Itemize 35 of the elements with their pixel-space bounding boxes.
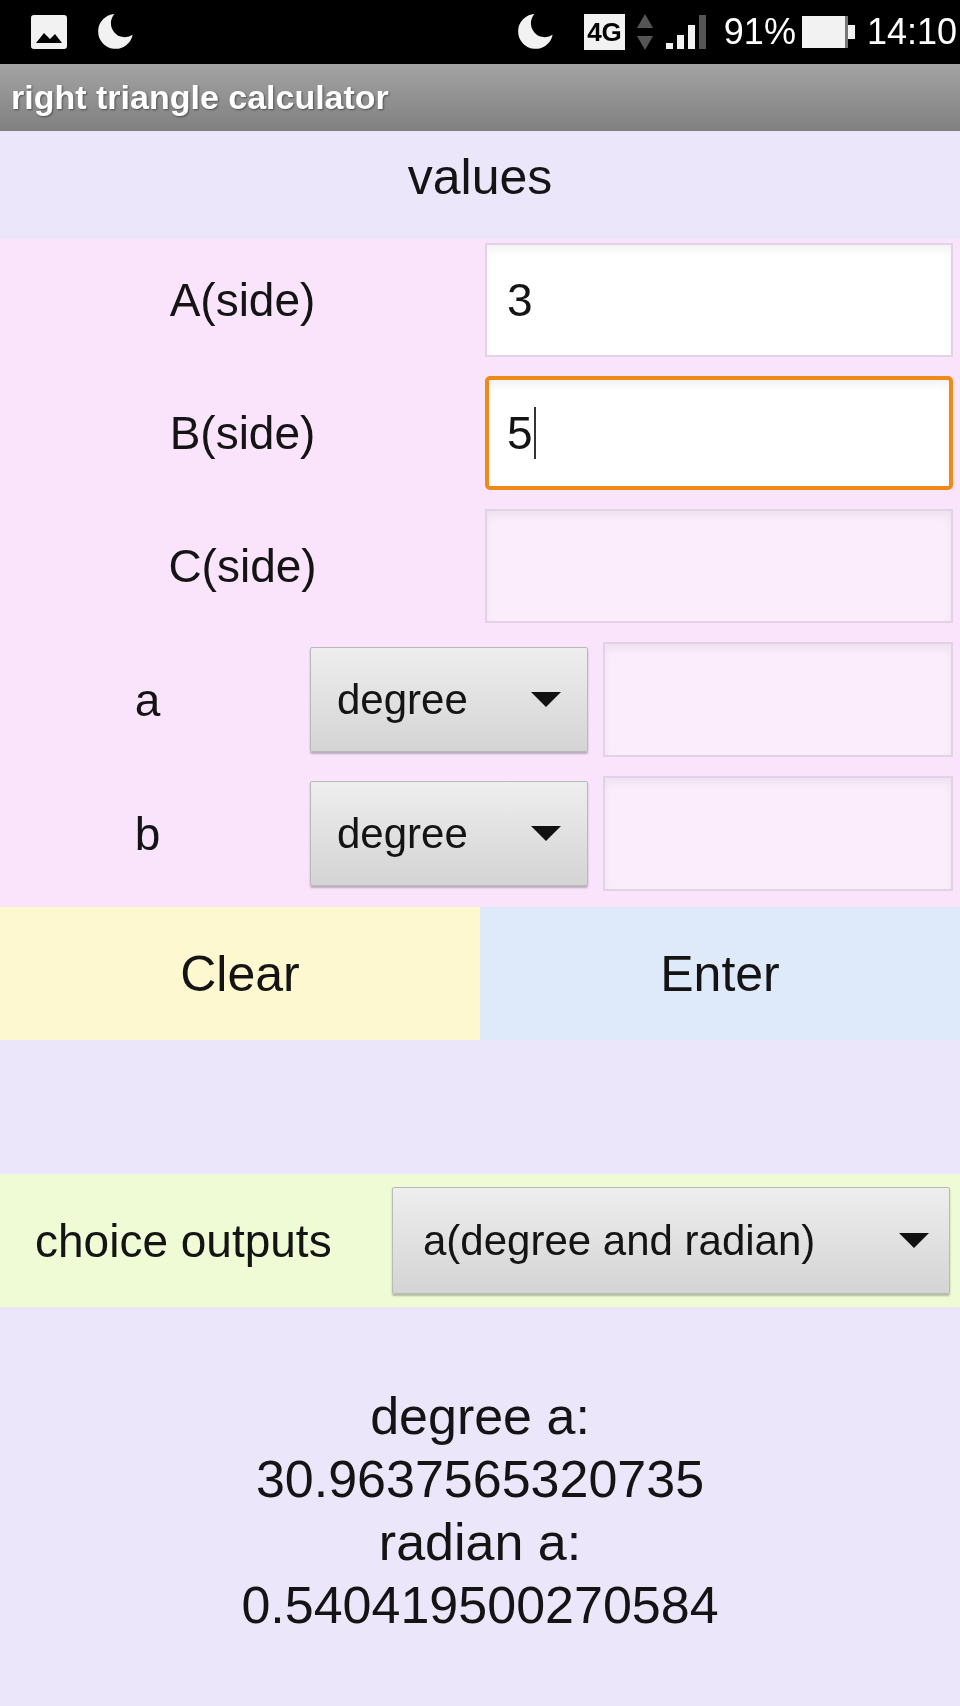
result-text: 0.540419500270584: [241, 1575, 719, 1636]
battery-icon: [801, 16, 855, 48]
caret-icon: [531, 826, 561, 841]
side-input[interactable]: [485, 509, 953, 623]
data-arrows-icon: [636, 14, 653, 50]
output-dropdown[interactable]: a(degree and radian): [392, 1187, 950, 1294]
side-label: B(side): [169, 406, 316, 460]
clock-time: 14:10: [866, 12, 957, 52]
enter-button[interactable]: Enter: [480, 907, 960, 1040]
image-icon: [31, 15, 67, 49]
angle-input[interactable]: [603, 776, 953, 891]
unit-dropdown[interactable]: degree: [310, 647, 588, 752]
angle-label: a: [134, 672, 161, 727]
result-text: radian a:: [378, 1512, 582, 1573]
angle-label: b: [134, 806, 161, 861]
moon-icon: [517, 14, 554, 50]
result-text: degree a:: [370, 1386, 590, 1447]
network-badge: 4G: [584, 14, 625, 50]
side-label: C(side): [168, 539, 317, 593]
choice-label: choice outputs: [35, 1213, 332, 1268]
signal-icon: [665, 15, 708, 49]
moon-icon: [97, 14, 133, 50]
battery-percent: 91%: [723, 12, 796, 52]
caret-icon: [531, 692, 561, 707]
unit-dropdown[interactable]: degree: [310, 781, 588, 886]
side-input[interactable]: 3: [485, 243, 953, 357]
section-title: values: [407, 148, 553, 206]
side-label: A(side): [169, 273, 316, 327]
text-cursor-icon: [533, 407, 536, 459]
app-title: right triangle calculator: [11, 78, 389, 117]
caret-icon: [899, 1233, 929, 1248]
clear-button[interactable]: Clear: [0, 907, 480, 1040]
result-text: 30.9637565320735: [255, 1449, 705, 1510]
side-input[interactable]: 5: [485, 376, 953, 490]
angle-input[interactable]: [603, 642, 953, 757]
